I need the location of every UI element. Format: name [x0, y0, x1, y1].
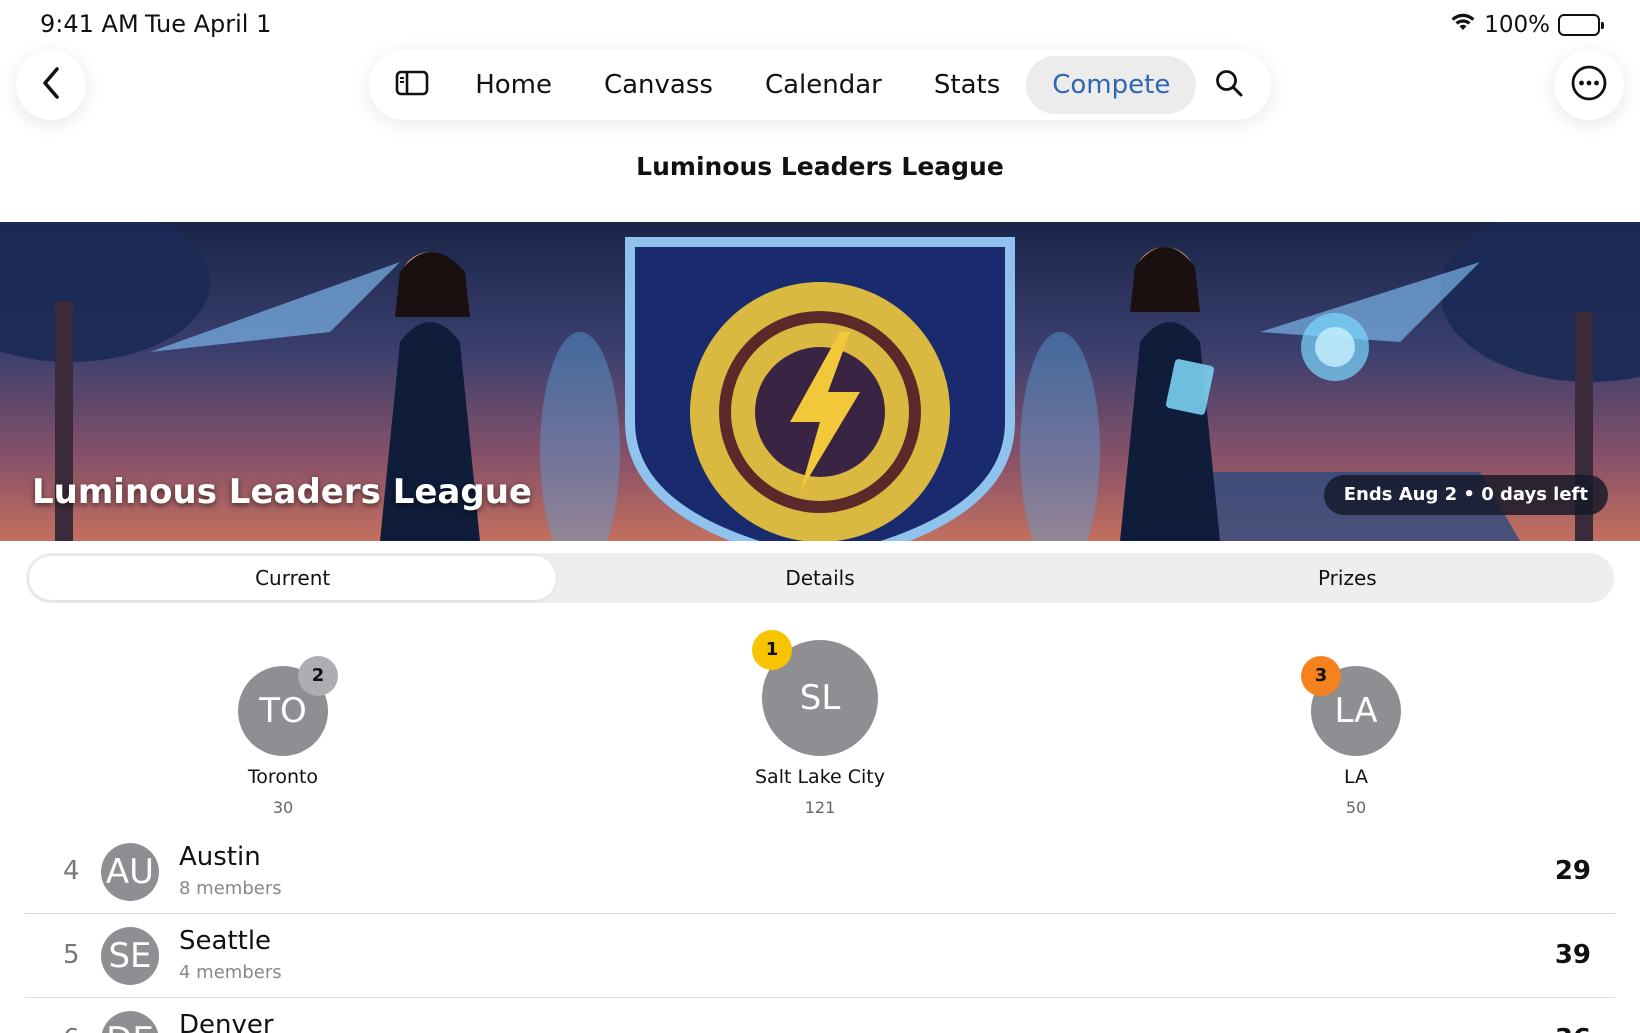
- banner-title: Luminous Leaders League: [32, 472, 532, 512]
- row-score: 29: [1554, 856, 1591, 886]
- leaderboard-list: 4 AU Austin 8 members 29 5 SE Seattle 4 …: [25, 830, 1615, 1033]
- tab-canvass[interactable]: Canvass: [578, 56, 739, 114]
- top-nav: Home Canvass Calendar Stats Compete: [369, 50, 1271, 120]
- avatar-initials: SL: [799, 678, 841, 718]
- status-time: 9:41 AM: [40, 10, 139, 38]
- podium-second[interactable]: TO 2 Toronto 30: [163, 656, 403, 817]
- segment-prizes[interactable]: Prizes: [1084, 556, 1611, 600]
- avatar-initials: LA: [1334, 691, 1378, 731]
- status-date: Tue April 1: [145, 10, 272, 38]
- row-score: 39: [1554, 940, 1591, 970]
- podium-score: 50: [1345, 798, 1367, 817]
- leaderboard-row[interactable]: 6 DE Denver 36: [25, 998, 1615, 1033]
- segment-current[interactable]: Current: [29, 556, 557, 600]
- row-name: Denver: [179, 1010, 274, 1033]
- tab-compete[interactable]: Compete: [1026, 56, 1197, 114]
- row-members: 4 members: [179, 962, 282, 983]
- battery-icon: [1558, 14, 1604, 36]
- avatar: LA 3: [1301, 656, 1401, 756]
- podium-third[interactable]: LA 3 LA 50: [1236, 656, 1476, 817]
- page-title: Luminous Leaders League: [636, 152, 1004, 181]
- row-rank: 5: [63, 940, 80, 970]
- wifi-icon: [1450, 12, 1476, 38]
- back-button[interactable]: [16, 50, 86, 120]
- ellipsis-circle-icon: [1570, 64, 1608, 106]
- avatar: AU: [101, 843, 159, 901]
- podium-score: 121: [804, 798, 836, 817]
- row-name: Austin: [179, 842, 261, 872]
- row-rank: 6: [63, 1024, 80, 1033]
- battery-percent: 100%: [1484, 12, 1550, 38]
- tab-calendar[interactable]: Calendar: [739, 56, 908, 114]
- segment-details[interactable]: Details: [556, 556, 1083, 600]
- row-name: Seattle: [179, 926, 272, 956]
- row-score: 36: [1555, 1024, 1591, 1033]
- avatar: SE: [101, 927, 159, 985]
- search-button[interactable]: [1206, 60, 1251, 110]
- league-banner: Luminous Leaders League Ends Aug 2 • 0 d…: [0, 222, 1640, 541]
- rank-badge: 2: [298, 656, 338, 696]
- avatar-initials: TO: [259, 691, 307, 731]
- leaderboard-row[interactable]: 5 SE Seattle 4 members 39: [25, 914, 1615, 998]
- sidebar-icon: [395, 70, 429, 100]
- ends-badge: Ends Aug 2 • 0 days left: [1323, 475, 1608, 515]
- podium-score: 30: [272, 798, 294, 817]
- more-options-button[interactable]: [1554, 50, 1624, 120]
- leaderboard-row[interactable]: 4 AU Austin 8 members 29: [25, 830, 1615, 914]
- rank-badge: 1: [752, 630, 792, 670]
- tab-stats[interactable]: Stats: [908, 56, 1026, 114]
- podium-name: LA: [1343, 766, 1369, 788]
- avatar: DE: [101, 1011, 159, 1033]
- chevron-left-icon: [40, 66, 62, 104]
- avatar: TO 2: [238, 656, 338, 756]
- sidebar-toggle-button[interactable]: [389, 60, 435, 110]
- podium-name: Salt Lake City: [755, 766, 885, 788]
- status-bar: 9:41 AM Tue April 1 100%: [0, 0, 1640, 50]
- row-rank: 4: [63, 856, 80, 886]
- row-members: 8 members: [179, 878, 282, 899]
- podium-name: Toronto: [247, 766, 319, 788]
- avatar: SL 1: [752, 630, 878, 756]
- rank-badge: 3: [1301, 656, 1341, 696]
- podium-first[interactable]: SL 1 Salt Lake City 121: [700, 630, 940, 817]
- search-icon: [1214, 68, 1244, 102]
- status-right: 100%: [1450, 12, 1604, 38]
- tab-home[interactable]: Home: [449, 56, 578, 114]
- segmented-control: Current Details Prizes: [26, 553, 1614, 603]
